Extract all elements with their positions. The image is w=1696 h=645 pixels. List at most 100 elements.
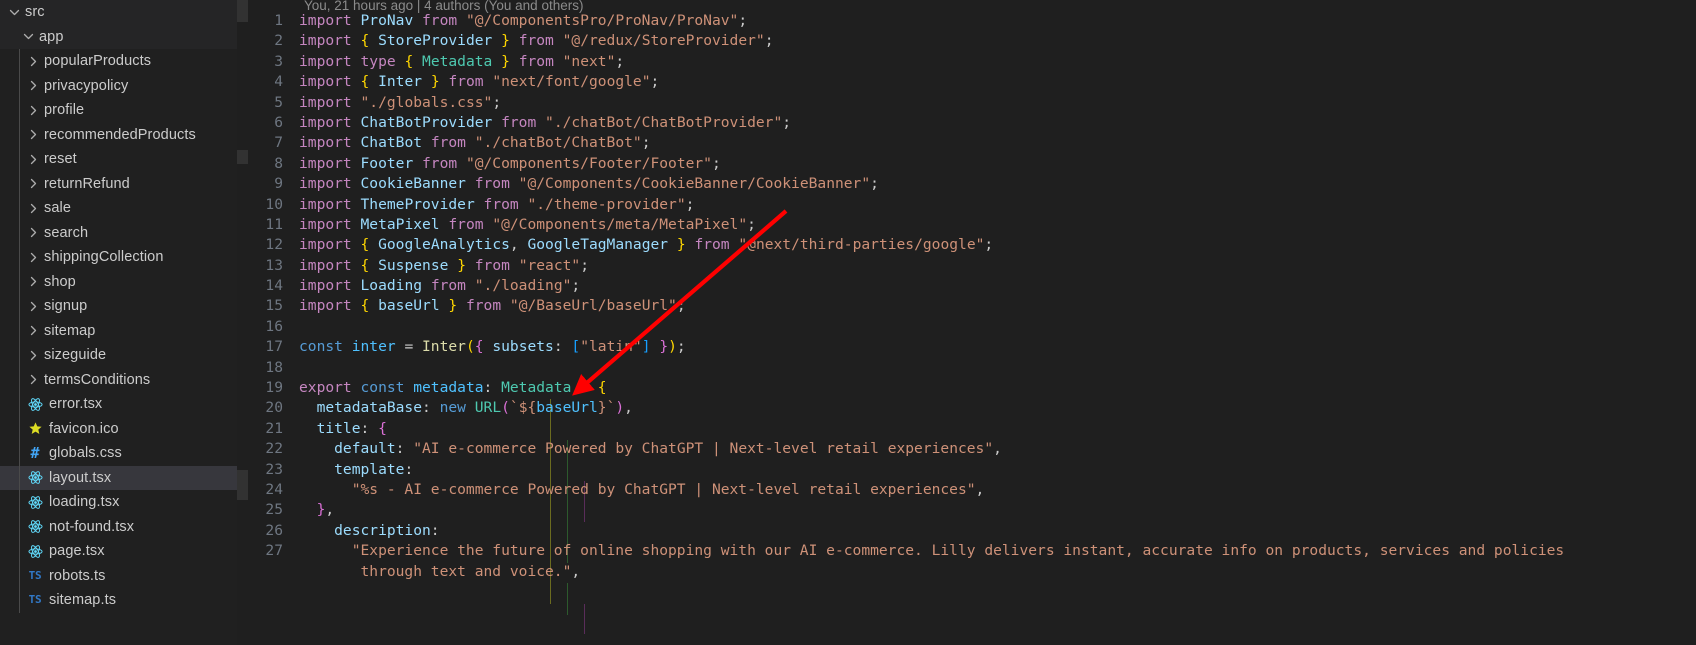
code-line[interactable]: 5 import "./globals.css"; — [237, 93, 1696, 113]
explorer-folder-popularProducts[interactable]: popularProducts — [0, 49, 237, 74]
code-line[interactable]: 21 title: { — [237, 419, 1696, 439]
explorer-item-label: robots.ts — [49, 567, 106, 584]
hash-icon: # — [30, 443, 40, 462]
code-line[interactable]: 9 import CookieBanner from "@/Components/… — [237, 174, 1696, 194]
explorer-file-layout-tsx[interactable]: layout.tsx — [0, 465, 237, 490]
explorer-folder-recommendedProducts[interactable]: recommendedProducts — [0, 122, 237, 147]
tree-indent-guide — [19, 318, 20, 343]
explorer-folder-sitemap[interactable]: sitemap — [0, 318, 237, 343]
tree-indent-guide — [19, 98, 20, 123]
explorer-folder-shippingCollection[interactable]: shippingCollection — [0, 245, 237, 270]
code-line[interactable]: 25 }, — [237, 500, 1696, 520]
explorer-item-label: favicon.ico — [49, 420, 119, 437]
code-line[interactable]: 8 import Footer from "@/Components/Footer… — [237, 154, 1696, 174]
explorer-folder-privacypolicy[interactable]: privacypolicy — [0, 73, 237, 98]
explorer-item-label: search — [44, 224, 89, 241]
chevron-down-icon[interactable] — [22, 30, 35, 43]
code-line[interactable]: 18 — [237, 358, 1696, 378]
chevron-right-icon[interactable] — [27, 275, 40, 288]
code-line[interactable]: 14 import Loading from "./loading"; — [237, 276, 1696, 296]
code-line[interactable]: 6 import ChatBotProvider from "./chatBot/… — [237, 113, 1696, 133]
code-line[interactable]: 17 const inter = Inter({ subsets: ["latin… — [237, 337, 1696, 357]
explorer-folder-returnRefund[interactable]: returnRefund — [0, 171, 237, 196]
chevron-right-icon[interactable] — [27, 324, 40, 337]
code-line[interactable]: 15 import { baseUrl } from "@/BaseUrl/bas… — [237, 296, 1696, 316]
code-editor[interactable]: You, 21 hours ago | 4 authors (You and o… — [237, 0, 1696, 645]
explorer-folder-app[interactable]: app — [0, 24, 237, 49]
line-content: "%s - AI e-commerce Powered by ChatGPT |… — [299, 480, 985, 498]
tree-indent-guide — [19, 49, 20, 74]
line-content: import ChatBot from "./chatBot/ChatBot"; — [299, 134, 651, 152]
line-content: import { GoogleAnalytics, GoogleTagManag… — [299, 236, 994, 254]
explorer-item-label: sale — [44, 200, 71, 216]
star-icon — [27, 421, 43, 437]
line-number: 2 — [274, 32, 283, 50]
chevron-right-icon[interactable] — [27, 79, 40, 92]
code-line[interactable]: 3 import type { Metadata } from "next"; — [237, 52, 1696, 72]
explorer-folder-termsConditions[interactable]: termsConditions — [0, 367, 237, 392]
chevron-right-icon[interactable] — [27, 226, 40, 239]
line-number: 21 — [265, 419, 283, 437]
chevron-right-icon[interactable] — [27, 55, 40, 68]
code-line[interactable]: 11 import MetaPixel from "@/Components/me… — [237, 215, 1696, 235]
code-line[interactable]: 13 import { Suspense } from "react"; — [237, 256, 1696, 276]
code-line[interactable]: 12 import { GoogleAnalytics, GoogleTagMan… — [237, 235, 1696, 255]
explorer-folder-profile[interactable]: profile — [0, 98, 237, 123]
chevron-right-icon[interactable] — [27, 202, 40, 215]
explorer-item-label: sitemap.ts — [49, 592, 117, 608]
explorer-file-error-tsx[interactable]: error.tsx — [0, 392, 237, 417]
explorer-folder-signup[interactable]: signup — [0, 294, 237, 319]
explorer-folder-sizeguide[interactable]: sizeguide — [0, 343, 237, 368]
explorer-folder-sale[interactable]: sale — [0, 196, 237, 221]
tree-indent-guide — [19, 465, 20, 490]
line-content: import ThemeProvider from "./theme-provi… — [299, 195, 695, 213]
explorer-file-loading-tsx[interactable]: loading.tsx — [0, 490, 237, 515]
explorer-folder-shop[interactable]: shop — [0, 269, 237, 294]
code-line[interactable]: 1 import ProNav from "@/ComponentsPro/Pro… — [237, 11, 1696, 31]
chevron-right-icon[interactable] — [27, 349, 40, 362]
explorer-folder-src[interactable]: src — [0, 0, 237, 25]
code-line[interactable]: 2 import { StoreProvider } from "@/redux/… — [237, 31, 1696, 51]
line-number: 7 — [274, 134, 283, 152]
explorer-folder-search[interactable]: search — [0, 220, 237, 245]
code-lines[interactable]: 1 import ProNav from "@/ComponentsPro/Pro… — [237, 11, 1696, 645]
explorer-file-sitemap-ts[interactable]: TS sitemap.ts — [0, 588, 237, 613]
explorer-file-globals-css[interactable]: # globals.css — [0, 441, 237, 466]
explorer-file-robots-ts[interactable]: TS robots.ts — [0, 563, 237, 588]
explorer-sidebar[interactable]: src app popularProducts privacypolicy profil… — [0, 0, 237, 645]
code-line[interactable]: 24 "%s - AI e-commerce Powered by ChatGP… — [237, 480, 1696, 500]
chevron-right-icon[interactable] — [27, 104, 40, 117]
code-line[interactable]: through text and voice.", — [237, 562, 1696, 582]
chevron-right-icon[interactable] — [27, 177, 40, 190]
chevron-right-icon[interactable] — [27, 128, 40, 141]
explorer-item-label: returnRefund — [44, 175, 130, 192]
explorer-item-label: layout.tsx — [49, 469, 112, 486]
react-icon — [27, 519, 43, 535]
tree-indent-guide — [19, 367, 20, 392]
code-line[interactable]: 4 import { Inter } from "next/font/google… — [237, 72, 1696, 92]
code-line[interactable]: 19 export const metadata: Metadata = { — [237, 378, 1696, 398]
chevron-right-icon[interactable] — [27, 153, 40, 166]
code-line[interactable]: 23 template: — [237, 460, 1696, 480]
explorer-file-page-tsx[interactable]: page.tsx — [0, 539, 237, 564]
tree-indent-guide — [19, 416, 20, 441]
chevron-down-icon[interactable] — [8, 6, 21, 19]
explorer-file-favicon-ico[interactable]: favicon.ico — [0, 416, 237, 441]
explorer-file-not-found-tsx[interactable]: not-found.tsx — [0, 514, 237, 539]
code-line[interactable]: 16 — [237, 317, 1696, 337]
chevron-right-icon[interactable] — [27, 300, 40, 313]
tree-indent-guide — [19, 441, 20, 466]
code-line[interactable]: 7 import ChatBot from "./chatBot/ChatBot"… — [237, 133, 1696, 153]
explorer-folder-reset[interactable]: reset — [0, 147, 237, 172]
tree-indent-guide — [19, 343, 20, 368]
chevron-right-icon[interactable] — [27, 251, 40, 264]
code-line[interactable]: 20 metadataBase: new URL(`${baseUrl}`), — [237, 398, 1696, 418]
chevron-right-icon[interactable] — [27, 373, 40, 386]
code-line[interactable]: 26 description: — [237, 521, 1696, 541]
line-number: 13 — [265, 256, 283, 274]
code-line[interactable]: 27 "Experience the future of online shop… — [237, 541, 1696, 561]
line-content: import { StoreProvider } from "@/redux/S… — [299, 32, 774, 50]
line-content: }, — [316, 501, 335, 519]
code-line[interactable]: 10 import ThemeProvider from "./theme-pro… — [237, 195, 1696, 215]
code-line[interactable]: 22 default: "AI e-commerce Powered by Ch… — [237, 439, 1696, 459]
